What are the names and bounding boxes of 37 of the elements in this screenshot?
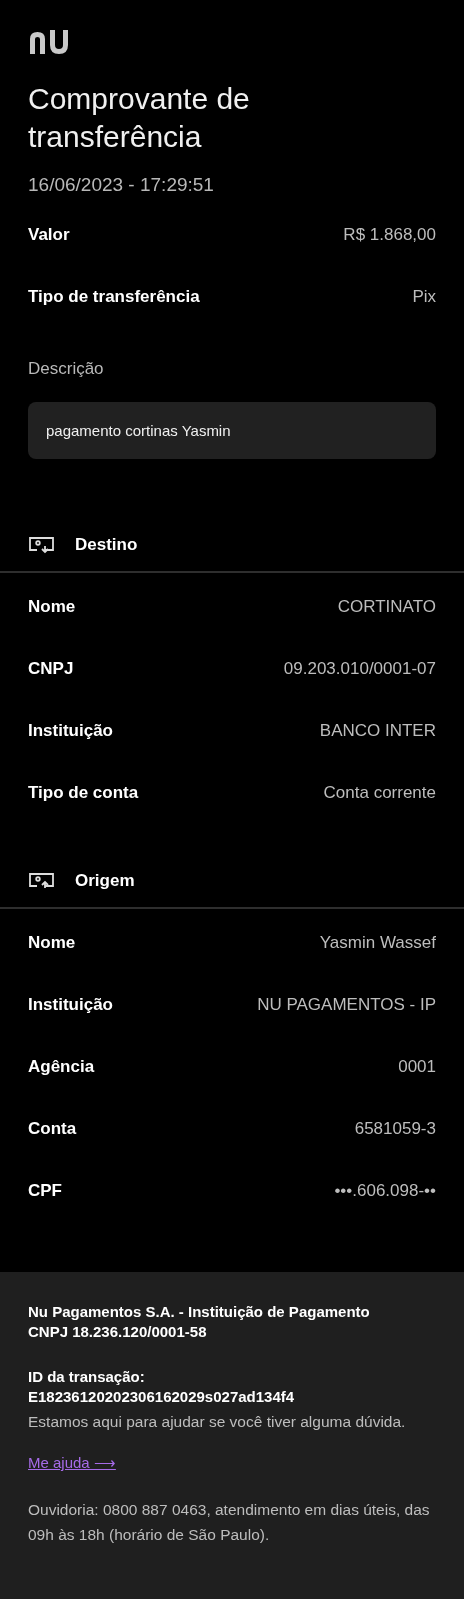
field-label: CPF	[28, 1181, 62, 1201]
field-label: CNPJ	[28, 659, 74, 679]
description-label: Descrição	[28, 358, 105, 380]
transaction-id-label: ID da transação:	[28, 1367, 146, 1387]
field-value: NU PAGAMENTOS - IP	[257, 995, 436, 1015]
field-label: Tipo de transferência	[28, 287, 200, 307]
field-value: 6581059-3	[354, 1119, 436, 1139]
field-label: Agência	[28, 1057, 95, 1077]
section-title: Origem	[75, 871, 135, 891]
field-label: Instituição	[28, 995, 113, 1015]
field-value: •••.606.098-••	[334, 1181, 436, 1201]
field-label: Conta	[28, 1119, 77, 1139]
field-value: Yasmin Wassef	[319, 933, 436, 953]
section-title: Destino	[75, 535, 138, 555]
field-label: Valor	[28, 225, 70, 245]
field-value: Pix	[412, 287, 436, 307]
company-cnpj: CNPJ 18.236.120/0001-58	[28, 1322, 208, 1342]
company-name: Nu Pagamentos S.A. - Instituição de Pagamento	[28, 1302, 371, 1322]
description-text: pagamento cortinas Yasmin	[28, 402, 436, 459]
transfer-datetime: 16/06/2023 - 17:29:51	[28, 173, 215, 197]
field-label: Nome	[28, 933, 76, 953]
field-value: CORTINATO	[337, 597, 436, 617]
help-link[interactable]: Me ajuda ⟶	[28, 1454, 116, 1472]
field-label: Nome	[28, 597, 76, 617]
field-value: 0001	[398, 1057, 436, 1077]
field-value: R$ 1.868,00	[343, 225, 436, 245]
ombudsman-text: Ouvidoria: 0800 887 0463, atendimento em dias úteis, das 09h às 18h (horário de São Paulo).	[28, 1500, 431, 1545]
page-title: Comprovante de transferência	[28, 81, 251, 155]
field-value: BANCO INTER	[319, 721, 436, 741]
transaction-id: E18236120202306162029s027ad134f4	[28, 1387, 296, 1407]
field-value: 09.203.010/0001-07	[283, 659, 436, 679]
field-value: Conta corrente	[323, 783, 436, 803]
field-label: Instituição	[28, 721, 113, 741]
help-text: Estamos aqui para ajudar se você tiver alguma dúvida.	[28, 1412, 407, 1432]
field-label: Tipo de conta	[28, 783, 139, 803]
screen-upload-icon	[28, 871, 54, 891]
screen-download-icon	[28, 535, 54, 555]
